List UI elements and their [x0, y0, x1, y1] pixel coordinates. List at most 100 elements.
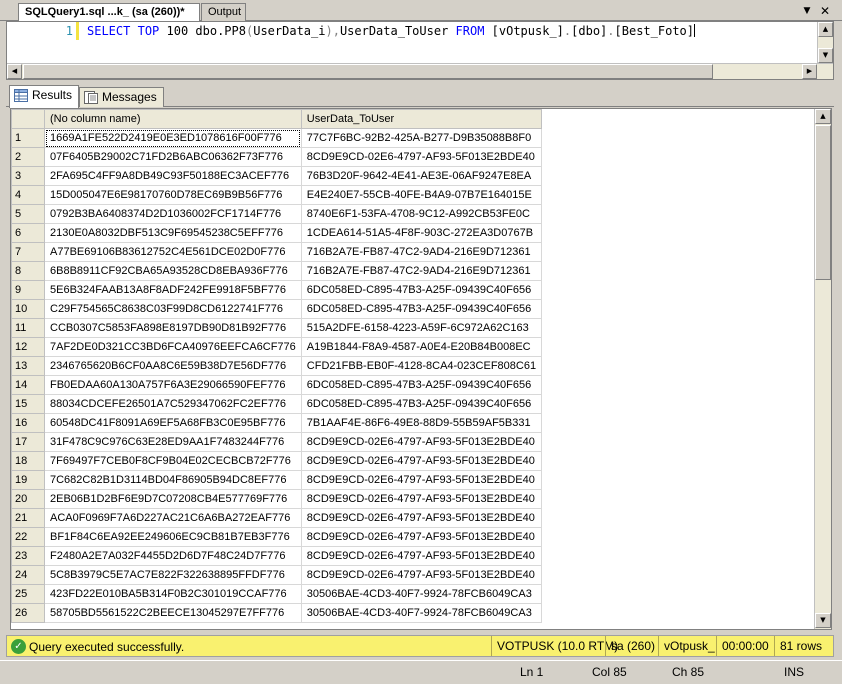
table-cell[interactable]: 1CDEA614-51A5-4F8F-903C-272EA3D0767B: [300, 223, 543, 243]
row-number[interactable]: 18: [11, 451, 45, 471]
tab-results[interactable]: Results: [9, 85, 80, 108]
table-row[interactable]: 21 ACA0F0969F7A6D227AC21C6A6BA272EAF776 8C…: [11, 508, 543, 528]
table-row[interactable]: 20 2EB06B1D2BF6E9D7C07208CB4E577769F776 8C…: [11, 489, 543, 509]
table-cell[interactable]: 07F6405B29002C71FD2B6ABC06362F73F776: [44, 147, 302, 167]
table-row[interactable]: 18 7F69497F7CEB0F8CF9B04E02CECBCB72F776 8C…: [11, 451, 543, 471]
table-row[interactable]: 19 7C682C82B1D3114BD04F86905B94DC8EF776 8C…: [11, 470, 543, 490]
table-cell[interactable]: 8CD9E9CD-02E6-4797-AF93-5F013E2BDE40: [300, 527, 543, 547]
table-cell[interactable]: ACA0F0969F7A6D227AC21C6A6BA272EAF776: [44, 508, 302, 528]
table-row[interactable]: 8 6B8B8911CF92CBA65A93528CD8EBA936F776 716…: [11, 261, 543, 281]
table-cell[interactable]: 31F478C9C976C63E28ED9AA1F7483244F776: [44, 432, 302, 452]
scroll-down-icon[interactable]: ▼: [818, 48, 833, 63]
table-cell[interactable]: 2FA695C4FF9A8DB49C93F50188EC3ACEF776: [44, 166, 302, 186]
table-row[interactable]: 14 FB0EDAA60A130A757F6A3E29066590FEF776 6D…: [11, 375, 543, 395]
row-number[interactable]: 8: [11, 261, 45, 281]
results-grid[interactable]: (No column name) UserData_ToUser 1 1669A1…: [10, 108, 832, 630]
scroll-up-icon[interactable]: ▲: [818, 22, 833, 37]
tab-messages[interactable]: Messages: [79, 87, 164, 107]
close-icon[interactable]: ✕: [818, 4, 832, 18]
scroll-up-icon[interactable]: ▲: [815, 109, 831, 124]
scroll-left-icon[interactable]: ◀: [7, 64, 22, 79]
table-cell[interactable]: 8CD9E9CD-02E6-4797-AF93-5F013E2BDE40: [300, 508, 543, 528]
table-row[interactable]: 17 31F478C9C976C63E28ED9AA1F7483244F776 8C…: [11, 432, 543, 452]
row-number[interactable]: 2: [11, 147, 45, 167]
table-cell[interactable]: 8740E6F1-53FA-4708-9C12-A992CB53FE0C: [300, 204, 543, 224]
code-line-1[interactable]: SELECT TOP 100 dbo.PP8(UserData_i),UserD…: [87, 24, 695, 38]
table-cell[interactable]: 8CD9E9CD-02E6-4797-AF93-5F013E2BDE40: [300, 546, 543, 566]
row-number[interactable]: 3: [11, 166, 45, 186]
table-cell[interactable]: 58705BD5561522C2BEECE13045297E7FF776: [44, 603, 302, 623]
table-row[interactable]: 22 BF1F84C6EA92EE249606EC9CB81B7EB3F776 8C…: [11, 527, 543, 547]
grid-vscroll-thumb[interactable]: [815, 125, 831, 280]
table-cell[interactable]: 6B8B8911CF92CBA65A93528CD8EBA936F776: [44, 261, 302, 281]
row-number[interactable]: 14: [11, 375, 45, 395]
table-cell[interactable]: E4E240E7-55CB-40FE-B4A9-07B7E164015E: [300, 185, 543, 205]
scroll-right-icon[interactable]: ▶: [802, 64, 817, 79]
table-cell[interactable]: 5E6B324FAAB13A8F8ADF242FE9918F5BF776: [44, 280, 302, 300]
table-row[interactable]: 13 2346765620B6CF0AA8C6E59B38D7E56DF776 CF…: [11, 356, 543, 376]
table-cell[interactable]: BF1F84C6EA92EE249606EC9CB81B7EB3F776: [44, 527, 302, 547]
table-row[interactable]: 10 C29F754565C8638C03F99D8CD6122741F776 6D…: [11, 299, 543, 319]
table-cell[interactable]: 30506BAE-4CD3-40F7-9924-78FCB6049CA3: [300, 603, 543, 623]
editor-hscroll-thumb[interactable]: [23, 64, 713, 79]
editor-horizontal-scrollbar[interactable]: ◀ ▶: [7, 63, 833, 79]
table-cell[interactable]: 76B3D20F-9642-4E41-AE3E-06AF9247E8EA: [300, 166, 543, 186]
table-row[interactable]: 4 15D005047E6E98170760D78EC69B9B56F776 E4E…: [11, 185, 543, 205]
table-row[interactable]: 24 5C8B3979C5E7AC7E822F322638895FFDF776 8C…: [11, 565, 543, 585]
table-cell[interactable]: 60548DC41F8091A69EF5A68FB3C0E95BF776: [44, 413, 302, 433]
tab-output[interactable]: Output: [201, 3, 246, 21]
row-number[interactable]: 24: [11, 565, 45, 585]
table-cell[interactable]: A77BE69106B83612752C4E561DCE02D0F776: [44, 242, 302, 262]
row-number[interactable]: 16: [11, 413, 45, 433]
row-number[interactable]: 6: [11, 223, 45, 243]
table-cell[interactable]: 7F69497F7CEB0F8CF9B04E02CECBCB72F776: [44, 451, 302, 471]
row-number[interactable]: 10: [11, 299, 45, 319]
table-cell[interactable]: 5C8B3979C5E7AC7E822F322638895FFDF776: [44, 565, 302, 585]
editor-vertical-scrollbar[interactable]: ▲ ▼: [817, 22, 833, 64]
table-cell[interactable]: A19B1844-F8A9-4587-A0E4-E20B84B008EC: [300, 337, 543, 357]
table-cell[interactable]: C29F754565C8638C03F99D8CD6122741F776: [44, 299, 302, 319]
row-number[interactable]: 19: [11, 470, 45, 490]
table-row[interactable]: 1 1669A1FE522D2419E0E3ED1078616F00F776 77C…: [11, 128, 543, 148]
row-number[interactable]: 12: [11, 337, 45, 357]
table-cell[interactable]: F2480A2E7A032F4455D2D6D7F48C24D7F776: [44, 546, 302, 566]
row-number[interactable]: 13: [11, 356, 45, 376]
table-row[interactable]: 11 CCB0307C5853FA898E8197DB90D81B92F776 51…: [11, 318, 543, 338]
header-corner[interactable]: [11, 109, 45, 129]
table-cell[interactable]: 0792B3BA6408374D2D1036002FCF1714F776: [44, 204, 302, 224]
row-number[interactable]: 4: [11, 185, 45, 205]
row-number[interactable]: 26: [11, 603, 45, 623]
table-cell[interactable]: 7B1AAF4E-86F6-49E8-88D9-55B59AF5B331: [300, 413, 543, 433]
row-number[interactable]: 23: [11, 546, 45, 566]
tab-sqlquery1[interactable]: SQLQuery1.sql ...k_ (sa (260))*: [18, 3, 200, 21]
table-cell[interactable]: 716B2A7E-FB87-47C2-9AD4-216E9D712361: [300, 242, 543, 262]
table-cell[interactable]: 2130E0A8032DBF513C9F69545238C5EFF776: [44, 223, 302, 243]
table-cell[interactable]: 8CD9E9CD-02E6-4797-AF93-5F013E2BDE40: [300, 451, 543, 471]
row-number[interactable]: 9: [11, 280, 45, 300]
table-row[interactable]: 7 A77BE69106B83612752C4E561DCE02D0F776 716…: [11, 242, 543, 262]
table-row[interactable]: 9 5E6B324FAAB13A8F8ADF242FE9918F5BF776 6DC…: [11, 280, 543, 300]
row-number[interactable]: 20: [11, 489, 45, 509]
table-row[interactable]: 6 2130E0A8032DBF513C9F69545238C5EFF776 1CD…: [11, 223, 543, 243]
table-cell[interactable]: 15D005047E6E98170760D78EC69B9B56F776: [44, 185, 302, 205]
table-cell[interactable]: 423FD22E010BA5B314F0B2C301019CCAF776: [44, 584, 302, 604]
row-number[interactable]: 7: [11, 242, 45, 262]
row-number[interactable]: 17: [11, 432, 45, 452]
table-cell[interactable]: 8CD9E9CD-02E6-4797-AF93-5F013E2BDE40: [300, 489, 543, 509]
table-cell[interactable]: 6DC058ED-C895-47B3-A25F-09439C40F656: [300, 280, 543, 300]
table-row[interactable]: 5 0792B3BA6408374D2D1036002FCF1714F776 874…: [11, 204, 543, 224]
query-editor[interactable]: 1 SELECT TOP 100 dbo.PP8(UserData_i),Use…: [6, 21, 834, 80]
table-row[interactable]: 12 7AF2DE0D321CC3BD6FCA40976EEFCA6CF776 A1…: [11, 337, 543, 357]
table-cell[interactable]: 7AF2DE0D321CC3BD6FCA40976EEFCA6CF776: [44, 337, 302, 357]
table-cell[interactable]: 515A2DFE-6158-4223-A59F-6C972A62C163: [300, 318, 543, 338]
table-cell[interactable]: CCB0307C5853FA898E8197DB90D81B92F776: [44, 318, 302, 338]
table-cell[interactable]: 2EB06B1D2BF6E9D7C07208CB4E577769F776: [44, 489, 302, 509]
table-cell[interactable]: 8CD9E9CD-02E6-4797-AF93-5F013E2BDE40: [300, 565, 543, 585]
table-cell[interactable]: 6DC058ED-C895-47B3-A25F-09439C40F656: [300, 394, 543, 414]
table-row[interactable]: 3 2FA695C4FF9A8DB49C93F50188EC3ACEF776 76B…: [11, 166, 543, 186]
table-cell[interactable]: 716B2A7E-FB87-47C2-9AD4-216E9D712361: [300, 261, 543, 281]
row-number[interactable]: 15: [11, 394, 45, 414]
table-row[interactable]: 25 423FD22E010BA5B314F0B2C301019CCAF776 30…: [11, 584, 543, 604]
table-cell[interactable]: 7C682C82B1D3114BD04F86905B94DC8EF776: [44, 470, 302, 490]
row-number[interactable]: 5: [11, 204, 45, 224]
